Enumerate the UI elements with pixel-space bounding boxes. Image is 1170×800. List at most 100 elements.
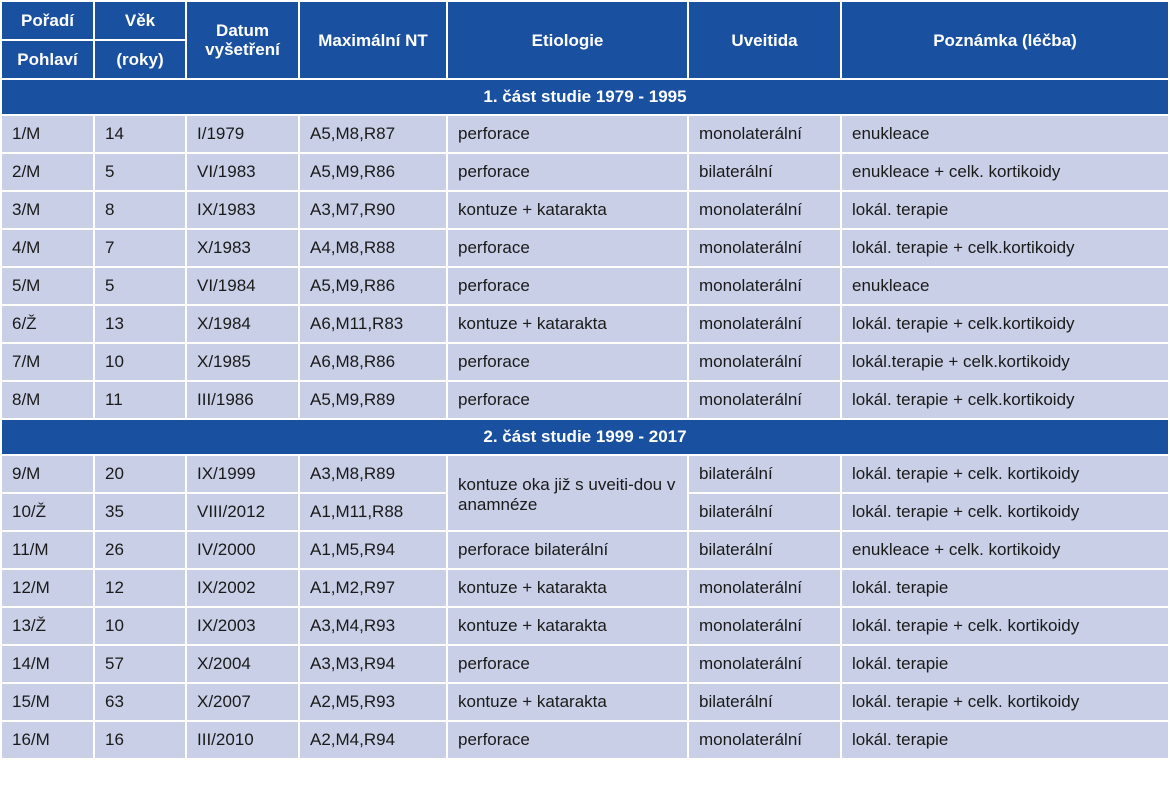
table-row: 14/M 57 X/2004 A3,M3,R94 perforace monol… <box>0 644 1170 684</box>
etiology-cell: kontuze + katarakta <box>446 304 689 344</box>
order-cell: 10/Ž <box>0 492 95 532</box>
date-cell: X/2004 <box>185 644 300 684</box>
table-row: 13/Ž 10 IX/2003 A3,M4,R93 kontuze + kata… <box>0 606 1170 646</box>
note-cell: lokál.terapie + celk.kortikoidy <box>840 342 1170 382</box>
table-row: 7/M 10 X/1985 A6,M8,R86 perforace monola… <box>0 342 1170 382</box>
note-cell: lokál. terapie + celk. kortikoidy <box>840 454 1170 494</box>
age-cell: 26 <box>93 530 187 570</box>
etiology-cell: perforace <box>446 644 689 684</box>
nt-cell: A1,M5,R94 <box>298 530 448 570</box>
table-row: 11/M 26 IV/2000 A1,M5,R94 perforace bila… <box>0 530 1170 570</box>
order-cell: 6/Ž <box>0 304 95 344</box>
order-cell: 4/M <box>0 228 95 268</box>
uveitis-cell: monolaterální <box>687 568 842 608</box>
note-cell: lokál. terapie + celk. kortikoidy <box>840 606 1170 646</box>
date-cell: IX/1999 <box>185 454 300 494</box>
date-cell: I/1979 <box>185 114 300 154</box>
section-title: 2. část studie 1999 - 2017 <box>0 418 1170 456</box>
uveitis-cell: monolaterální <box>687 644 842 684</box>
etiology-cell: perforace <box>446 114 689 154</box>
uveitis-cell: monolaterální <box>687 342 842 382</box>
study-table: Pořadí Věk Datum vyšetření Maximální NT … <box>0 0 1170 760</box>
age-cell: 10 <box>93 342 187 382</box>
note-cell: enukleace <box>840 114 1170 154</box>
date-cell: IX/1983 <box>185 190 300 230</box>
table-row: 4/M 7 X/1983 A4,M8,R88 perforace monolat… <box>0 228 1170 268</box>
age-cell: 16 <box>93 720 187 760</box>
etiology-cell: perforace <box>446 228 689 268</box>
uveitis-cell: bilaterální <box>687 454 842 494</box>
nt-cell: A2,M5,R93 <box>298 682 448 722</box>
note-cell: lokál. terapie <box>840 644 1170 684</box>
order-cell: 9/M <box>0 454 95 494</box>
date-cell: IX/2002 <box>185 568 300 608</box>
etiology-cell: kontuze + katarakta <box>446 682 689 722</box>
etiology-cell: kontuze oka již s uveiti-dou v anamnéze <box>446 454 689 532</box>
age-unit-header: (roky) <box>93 39 187 80</box>
nt-cell: A6,M8,R86 <box>298 342 448 382</box>
order-cell: 2/M <box>0 152 95 192</box>
date-cell: X/2007 <box>185 682 300 722</box>
uveitis-cell: monolaterální <box>687 228 842 268</box>
age-cell: 13 <box>93 304 187 344</box>
uveitis-cell: monolaterální <box>687 190 842 230</box>
etiology-cell: kontuze + katarakta <box>446 568 689 608</box>
uveitis-cell: monolaterální <box>687 380 842 420</box>
table-row: 8/M 11 III/1986 A5,M9,R89 perforace mono… <box>0 380 1170 420</box>
date-cell: X/1985 <box>185 342 300 382</box>
order-cell: 12/M <box>0 568 95 608</box>
nt-cell: A5,M9,R86 <box>298 152 448 192</box>
age-cell: 5 <box>93 152 187 192</box>
nt-cell: A3,M3,R94 <box>298 644 448 684</box>
etiology-cell: perforace <box>446 152 689 192</box>
table-row: 2/M 5 VI/1983 A5,M9,R86 perforace bilate… <box>0 152 1170 192</box>
age-header: Věk <box>93 0 187 41</box>
date-header: Datum vyšetření <box>185 0 300 80</box>
nt-cell: A2,M4,R94 <box>298 720 448 760</box>
note-cell: enukleace + celk. kortikoidy <box>840 530 1170 570</box>
etiology-cell: perforace <box>446 266 689 306</box>
order-cell: 3/M <box>0 190 95 230</box>
etiology-cell: perforace <box>446 380 689 420</box>
table-row: 5/M 5 VI/1984 A5,M9,R86 perforace monola… <box>0 266 1170 306</box>
uveitis-cell: monolaterální <box>687 606 842 646</box>
etiology-cell: perforace <box>446 720 689 760</box>
age-cell: 20 <box>93 454 187 494</box>
uveitis-cell: monolaterální <box>687 720 842 760</box>
note-cell: lokál. terapie + celk.kortikoidy <box>840 380 1170 420</box>
uveitis-cell: bilaterální <box>687 530 842 570</box>
etiology-header: Etiologie <box>446 0 689 80</box>
etiology-cell: kontuze + katarakta <box>446 606 689 646</box>
table-row: 16/M 16 III/2010 A2,M4,R94 perforace mon… <box>0 720 1170 760</box>
section-title: 1. část studie 1979 - 1995 <box>0 78 1170 116</box>
age-cell: 8 <box>93 190 187 230</box>
nt-cell: A5,M9,R89 <box>298 380 448 420</box>
order-cell: 8/M <box>0 380 95 420</box>
date-cell: VIII/2012 <box>185 492 300 532</box>
table-row: 3/M 8 IX/1983 A3,M7,R90 kontuze + katara… <box>0 190 1170 230</box>
order-cell: 7/M <box>0 342 95 382</box>
order-cell: 16/M <box>0 720 95 760</box>
age-cell: 7 <box>93 228 187 268</box>
note-cell: lokál. terapie + celk. kortikoidy <box>840 682 1170 722</box>
date-cell: VI/1984 <box>185 266 300 306</box>
age-cell: 11 <box>93 380 187 420</box>
order-cell: 5/M <box>0 266 95 306</box>
uveitis-cell: bilaterální <box>687 682 842 722</box>
table-header: Pořadí Věk Datum vyšetření Maximální NT … <box>0 0 1170 80</box>
age-cell: 57 <box>93 644 187 684</box>
uveitis-cell: monolaterální <box>687 266 842 306</box>
order-cell: 11/M <box>0 530 95 570</box>
max-nt-header: Maximální NT <box>298 0 448 80</box>
age-cell: 10 <box>93 606 187 646</box>
nt-cell: A1,M2,R97 <box>298 568 448 608</box>
note-header: Poznámka (léčba) <box>840 0 1170 80</box>
date-cell: X/1984 <box>185 304 300 344</box>
nt-cell: A6,M11,R83 <box>298 304 448 344</box>
etiology-cell: kontuze + katarakta <box>446 190 689 230</box>
etiology-cell: perforace bilaterální <box>446 530 689 570</box>
age-cell: 35 <box>93 492 187 532</box>
nt-cell: A1,M11,R88 <box>298 492 448 532</box>
age-cell: 12 <box>93 568 187 608</box>
table-row: 6/Ž 13 X/1984 A6,M11,R83 kontuze + katar… <box>0 304 1170 344</box>
